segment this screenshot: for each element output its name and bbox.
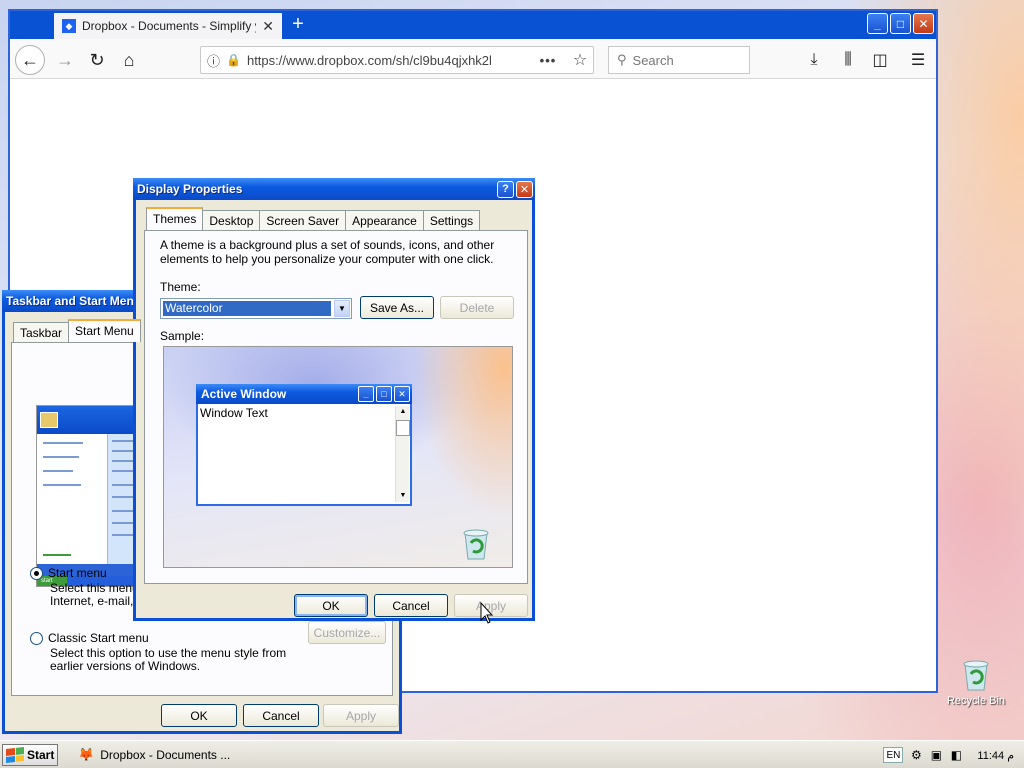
dialog-title: Display Properties (137, 182, 243, 196)
url-bar[interactable]: ⓘ 🔒 https://www.dropbox.com/sh/cl9bu4qjx… (200, 46, 594, 74)
library-icon[interactable]: ⫼ (836, 49, 860, 71)
display-icon[interactable]: ▣ (929, 748, 943, 762)
theme-label: Theme: (160, 280, 201, 294)
lock-icon: 🔒 (226, 53, 241, 67)
minimize-button[interactable]: _ (867, 13, 888, 34)
tab-appearance[interactable]: Appearance (345, 210, 424, 230)
recycle-bin-desktop-icon[interactable]: Recycle Bin (944, 656, 1008, 707)
cancel-button[interactable]: Cancel (374, 594, 448, 617)
system-tray: EN ⚙ ▣ ◧ 11:44 م (873, 741, 1024, 769)
classic-start-menu-label[interactable]: Classic Start menu (48, 631, 149, 645)
display-properties-dialog: Display Properties ? ✕ Themes Desktop Sc… (133, 178, 535, 621)
taskbar: Start 🦊 Dropbox - Documents ... EN ⚙ ▣ ◧… (0, 740, 1024, 768)
theme-select-value: Watercolor (163, 301, 331, 316)
search-input[interactable]: ⚲ Search (608, 46, 750, 74)
sample-close-icon: ✕ (394, 386, 410, 402)
sample-maximize-icon: □ (376, 386, 392, 402)
network-icon[interactable]: ⚙ (909, 748, 923, 762)
windows-icon[interactable]: ◧ (949, 748, 963, 762)
bookmark-star-icon[interactable]: ☆ (567, 50, 593, 70)
cancel-button[interactable]: Cancel (243, 704, 319, 727)
chevron-down-icon[interactable]: ▼ (334, 300, 350, 317)
url-text[interactable]: https://www.dropbox.com/sh/cl9bu4qjxhk2l (247, 53, 529, 68)
menu-icon[interactable]: ☰ (906, 49, 930, 71)
ok-button[interactable]: OK (161, 704, 237, 727)
start-button[interactable]: Start (2, 744, 58, 766)
sidebar-icon[interactable]: ◫ (868, 49, 892, 71)
preview-header (37, 406, 147, 434)
recycle-bin-icon (963, 660, 989, 691)
tab-settings[interactable]: Settings (422, 210, 481, 230)
classic-start-menu-radio[interactable] (30, 632, 43, 645)
tab-taskbar[interactable]: Taskbar (13, 322, 70, 342)
forward-icon[interactable]: → (50, 45, 80, 75)
recycle-bin-label: Recycle Bin (946, 695, 1006, 707)
user-avatar-icon (40, 412, 58, 428)
reload-icon[interactable]: ↻ (82, 45, 112, 75)
theme-sample-preview: Active Window _ □ ✕ Window Text ▲ ▼ (163, 346, 513, 568)
tab-close-icon[interactable]: ✕ (262, 18, 274, 35)
close-button[interactable]: ✕ (516, 180, 533, 198)
search-icon: ⚲ (617, 52, 627, 67)
start-menu-option-label[interactable]: Start menu (48, 566, 107, 580)
language-indicator[interactable]: EN (883, 747, 904, 763)
ok-button[interactable]: OK (294, 594, 368, 617)
back-icon[interactable]: ← (15, 45, 45, 75)
scroll-down-icon: ▼ (399, 492, 407, 499)
sample-scrollbar: ▲ ▼ (395, 406, 410, 502)
browser-toolbar: ← → ↻ ⌂ ⓘ 🔒 https://www.dropbox.com/sh/c… (10, 39, 936, 79)
sample-minimize-icon: _ (358, 386, 374, 402)
page-actions-icon[interactable]: ••• (535, 53, 561, 68)
tab-themes[interactable]: Themes (146, 207, 204, 230)
classic-start-menu-desc: Select this option to use the menu style… (50, 646, 287, 673)
sample-label: Sample: (160, 329, 205, 343)
sample-active-window: Active Window _ □ ✕ Window Text ▲ ▼ (196, 384, 412, 506)
start-menu-option-desc: Select this menu st Internet, e-mail, an (50, 582, 142, 608)
theme-select[interactable]: Watercolor ▼ (160, 298, 352, 319)
dropbox-icon: ◆ (62, 19, 76, 33)
browser-tab-bar: ◆ Dropbox - Documents - Simplify yo ✕ + … (10, 11, 936, 39)
info-icon[interactable]: ⓘ (207, 51, 220, 70)
maximize-button[interactable]: □ (890, 13, 911, 34)
taskbar-item-browser[interactable]: 🦊 Dropbox - Documents ... (74, 744, 264, 766)
dialog-titlebar[interactable]: Display Properties ? ✕ (133, 178, 535, 200)
search-placeholder: Search (632, 52, 674, 68)
sample-window-title: Active Window (201, 387, 287, 401)
sample-window-text: Window Text (200, 406, 268, 420)
dialog-tabs: Themes Desktop Screen Saver Appearance S… (146, 207, 481, 230)
browser-app-icon: 🦊 (78, 747, 95, 762)
dialog-tabs: Taskbar Start Menu (13, 319, 141, 342)
delete-button[interactable]: Delete (440, 296, 514, 319)
start-label: Start (27, 748, 55, 762)
apply-button[interactable]: Apply (323, 704, 399, 727)
windows-logo-icon (6, 747, 24, 763)
start-menu-radio[interactable] (30, 567, 43, 580)
save-as-button[interactable]: Save As... (360, 296, 434, 319)
home-icon[interactable]: ⌂ (114, 45, 144, 75)
help-button[interactable]: ? (497, 180, 514, 198)
tab-desktop[interactable]: Desktop (202, 210, 261, 230)
taskbar-item-label: Dropbox - Documents ... (100, 748, 231, 762)
close-button[interactable]: ✕ (913, 13, 934, 34)
new-tab-button[interactable]: + (286, 13, 310, 37)
desktop: ◆ Dropbox - Documents - Simplify yo ✕ + … (0, 0, 1024, 740)
start-menu-preview: start (36, 405, 148, 587)
sample-window-titlebar: Active Window _ □ ✕ (196, 384, 412, 404)
tab-title: Dropbox - Documents - Simplify yo (82, 19, 257, 33)
scroll-up-icon: ▲ (399, 408, 407, 415)
clock[interactable]: 11:44 م (977, 749, 1014, 762)
customize-button[interactable]: Customize... (308, 621, 386, 644)
mouse-cursor-icon (480, 602, 494, 624)
download-icon[interactable]: ⤓ (802, 49, 826, 71)
tab-start-menu[interactable]: Start Menu (68, 319, 141, 342)
scroll-thumb (396, 420, 410, 436)
preview-left-column (37, 434, 107, 574)
browser-tab[interactable]: ◆ Dropbox - Documents - Simplify yo ✕ (54, 13, 282, 39)
recycle-bin-icon (463, 529, 489, 560)
tab-screen-saver[interactable]: Screen Saver (259, 210, 347, 230)
themes-description: A theme is a background plus a set of so… (160, 238, 495, 266)
